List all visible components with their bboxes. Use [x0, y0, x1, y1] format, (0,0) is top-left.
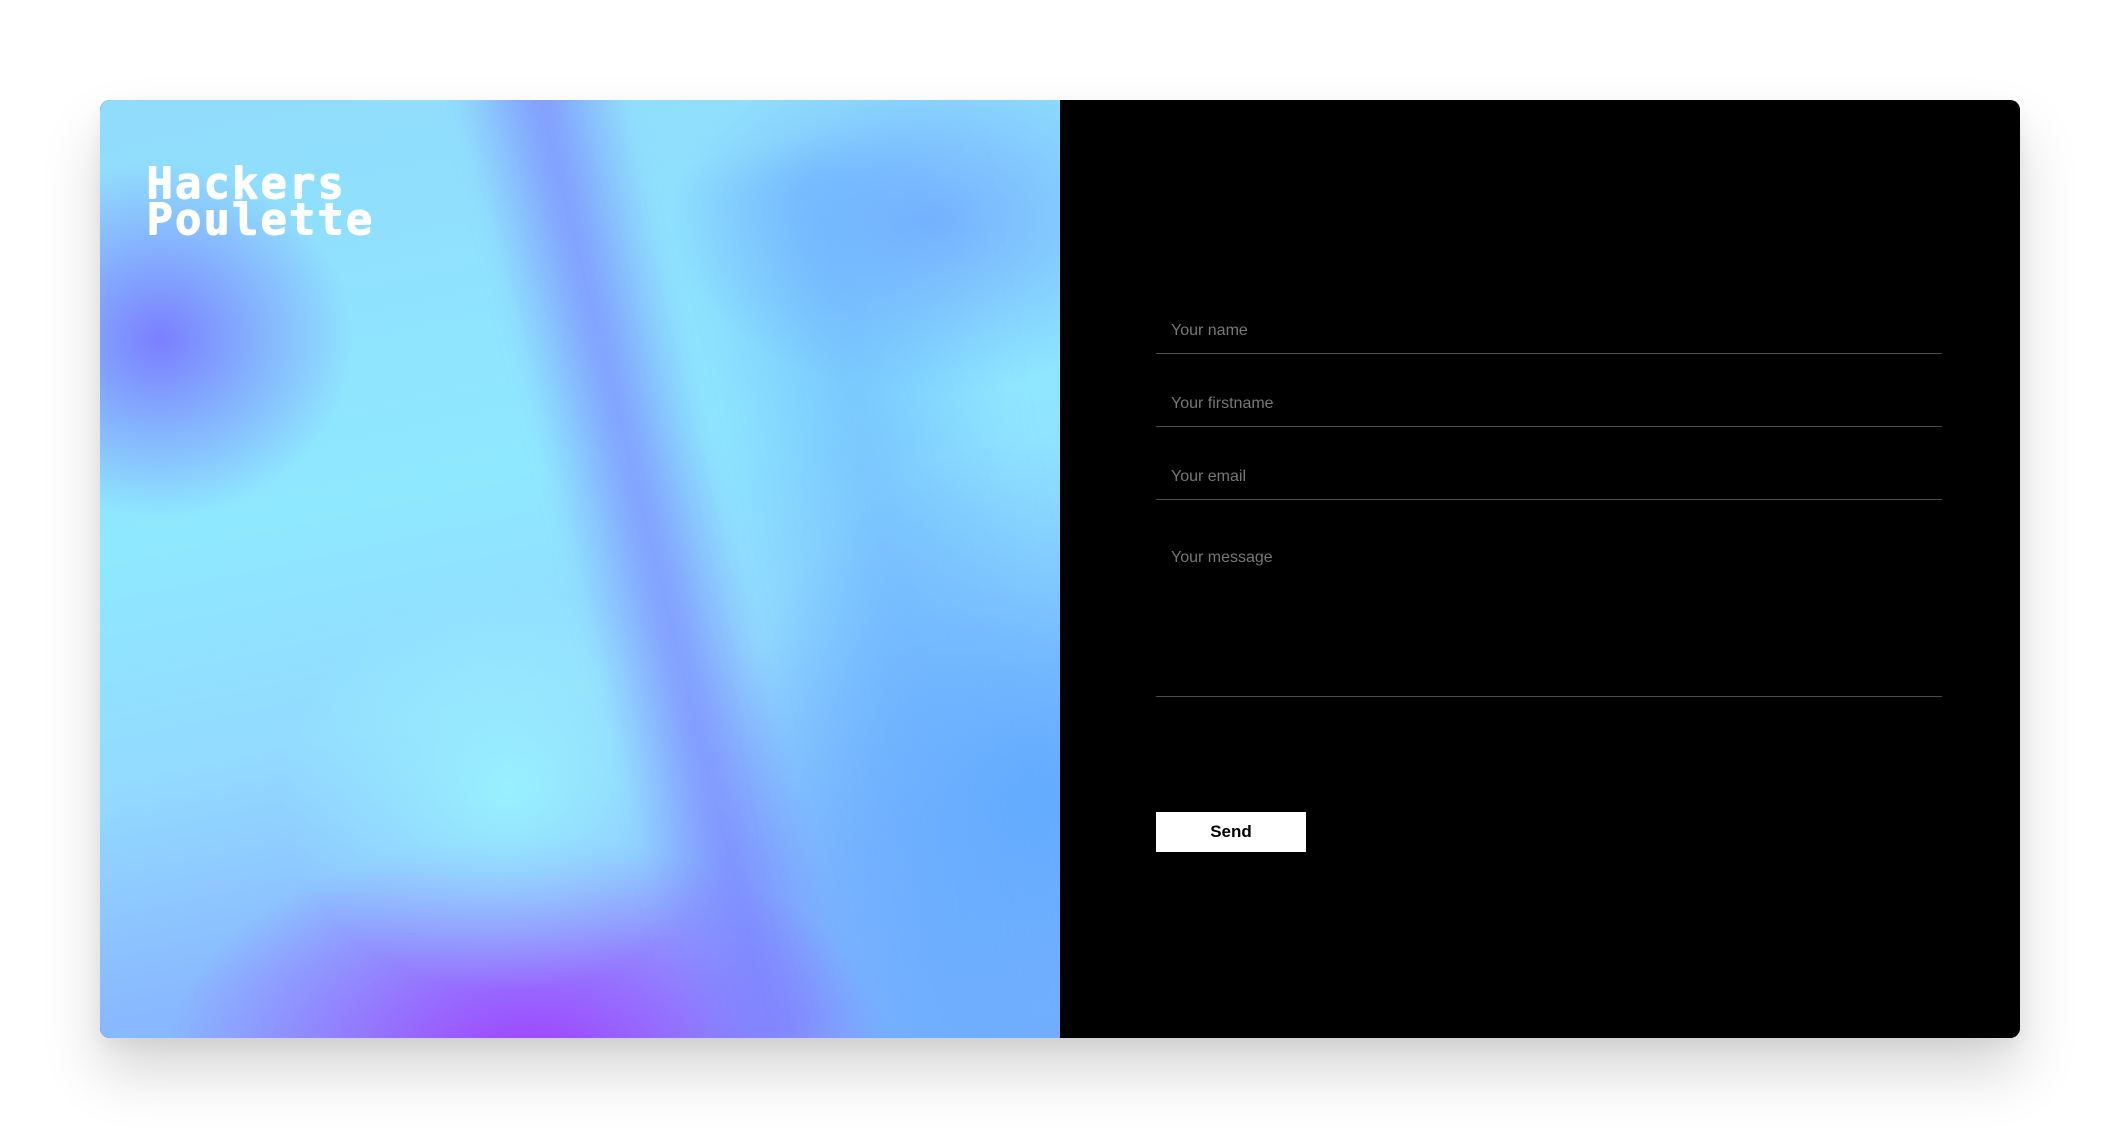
contact-form-panel: Send	[1060, 100, 2020, 1038]
send-button[interactable]: Send	[1156, 812, 1306, 852]
contact-card: Hackers Poulette Send	[100, 100, 2020, 1038]
brand-word-poulette: Poulette	[146, 194, 374, 245]
brand-logo: Hackers Poulette	[146, 162, 374, 245]
message-textarea[interactable]	[1156, 529, 1942, 697]
firstname-input[interactable]	[1156, 383, 1942, 427]
gradient-hero-panel: Hackers Poulette	[100, 100, 1060, 1038]
name-input[interactable]	[1156, 310, 1942, 354]
email-input[interactable]	[1156, 456, 1942, 500]
contact-page: Hackers Poulette Send	[0, 0, 2120, 1137]
contact-form: Send	[1156, 310, 1942, 852]
